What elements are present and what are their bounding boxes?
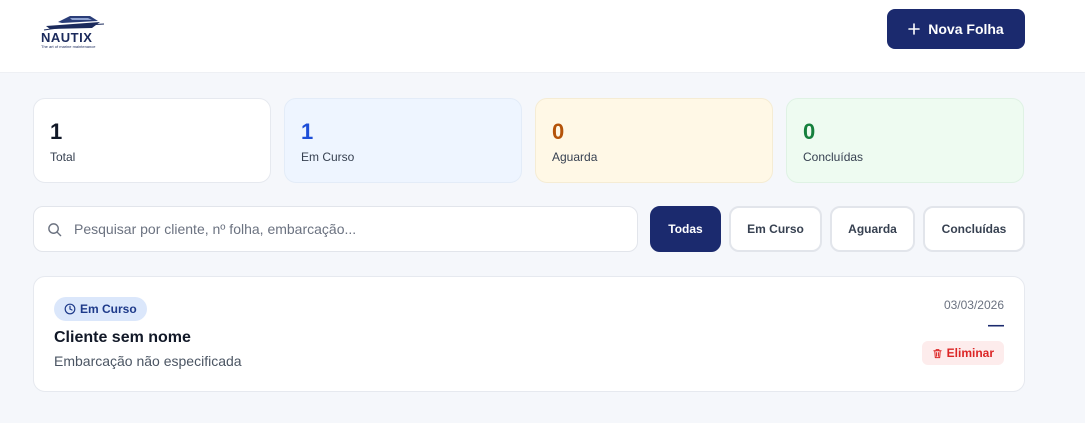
- new-sheet-label: Nova Folha: [928, 21, 1004, 37]
- filter-all-button[interactable]: Todas: [650, 206, 721, 252]
- stat-value: 1: [301, 119, 314, 144]
- sheet-date: 03/03/2026: [943, 298, 1004, 312]
- nautix-logo: NAUTIX The art of marine maintenance: [40, 12, 112, 49]
- stat-label: Aguarda: [552, 150, 598, 164]
- boat-logo-icon: [43, 16, 105, 31]
- stat-label: Concluídas: [803, 150, 864, 164]
- delete-label: Eliminar: [946, 346, 994, 360]
- stat-value: 0: [552, 119, 565, 144]
- stat-value: 1: [50, 119, 63, 144]
- filter-completed-button[interactable]: Concluídas: [923, 206, 1025, 252]
- search-input[interactable]: [74, 207, 629, 251]
- search-box: [33, 206, 638, 252]
- logo-tagline: The art of marine maintenance: [41, 44, 96, 49]
- search-icon: [48, 223, 62, 237]
- stat-card-waiting: 0 Aguarda: [535, 98, 773, 183]
- vessel-name: Embarcação não especificada: [54, 353, 242, 369]
- stat-card-completed: 0 Concluídas: [786, 98, 1024, 183]
- sheet-number: —: [988, 317, 1004, 334]
- status-badge: Em Curso: [54, 297, 147, 321]
- clock-icon: [64, 303, 76, 315]
- stat-label: Total: [50, 150, 76, 164]
- delete-button[interactable]: Eliminar: [921, 341, 1004, 365]
- new-sheet-button[interactable]: Nova Folha: [887, 9, 1025, 49]
- app-header: NAUTIX The art of marine maintenance Nov…: [0, 0, 1085, 73]
- trash-icon: [932, 348, 942, 358]
- plus-icon: [908, 23, 921, 35]
- stat-label: Em Curso: [301, 150, 355, 164]
- status-label: Em Curso: [80, 302, 137, 316]
- filter-waiting-button[interactable]: Aguarda: [830, 206, 915, 252]
- stat-card-total: 1 Total: [33, 98, 271, 183]
- client-name: Cliente sem nome: [54, 329, 191, 346]
- stat-value: 0: [803, 119, 816, 144]
- logo-wordmark: NAUTIX: [41, 30, 93, 45]
- sheet-card[interactable]: Em Curso Cliente sem nome Embarcação não…: [33, 276, 1025, 392]
- filter-in-progress-button[interactable]: Em Curso: [729, 206, 822, 252]
- stat-card-in-progress: 1 Em Curso: [284, 98, 522, 183]
